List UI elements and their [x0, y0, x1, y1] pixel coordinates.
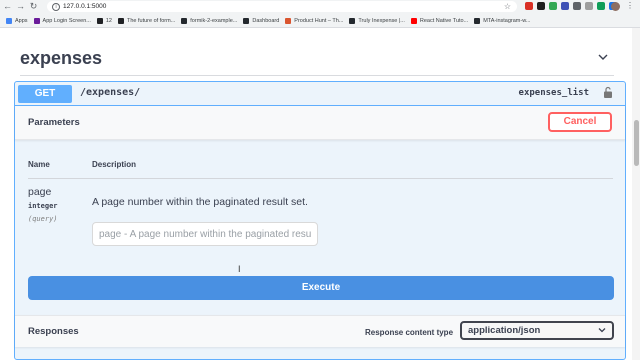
back-icon[interactable]: ←: [2, 1, 13, 12]
extension-icon[interactable]: [561, 2, 569, 10]
bookmark-label: 12: [105, 17, 112, 24]
response-content-type-select[interactable]: application/json: [460, 321, 614, 340]
divider: [28, 178, 613, 179]
address-url: 127.0.0.1:5000: [63, 3, 107, 10]
bookmark-label: MTA-instagram-w...: [483, 17, 531, 24]
bookmark-item[interactable]: formik-2-example...: [181, 17, 238, 24]
bookmark-star-icon[interactable]: ☆: [504, 2, 511, 11]
chevron-down-icon[interactable]: [598, 52, 608, 62]
page-scrollbar[interactable]: [632, 28, 640, 360]
forward-icon[interactable]: →: [15, 1, 26, 12]
bookmarks-bar: Apps App Login Screen... 12 The future of f…: [0, 14, 640, 27]
page-param-input[interactable]: [92, 222, 318, 246]
bookmark-label: React Native Tuto...: [419, 17, 469, 24]
responses-title: Responses: [28, 326, 79, 337]
bookmark-favicon-icon: [6, 17, 12, 24]
bookmark-favicon-icon: [410, 17, 417, 24]
bookmark-item[interactable]: Truly Inexpense |...: [349, 17, 405, 24]
browser-menu-icon[interactable]: ⋮: [626, 1, 634, 10]
parameter-description: A page number within the paginated resul…: [92, 196, 308, 208]
operation-summary[interactable]: GET /expenses/ expenses_list: [15, 82, 625, 106]
bookmark-favicon-icon: [181, 17, 188, 24]
extension-icon[interactable]: [525, 2, 533, 10]
bookmark-label: Apps: [15, 17, 28, 24]
bookmark-item[interactable]: 12: [96, 17, 112, 24]
site-info-icon[interactable]: i: [52, 2, 60, 11]
parameter-type: integer: [28, 202, 58, 210]
lock-icon[interactable]: [603, 86, 613, 99]
bookmark-label: The future of form...: [126, 17, 176, 24]
text-cursor-icon: I: [238, 264, 241, 274]
bookmark-favicon-icon: [96, 17, 103, 24]
bookmark-item[interactable]: MTA-instagram-w...: [474, 17, 531, 24]
reload-icon[interactable]: ↻: [28, 1, 39, 12]
browser-chrome: ← → ↻ i 127.0.0.1:5000 ☆ ⋮ Apps App Login…: [0, 0, 640, 28]
responses-header: Responses Response content type applicat…: [15, 315, 625, 347]
operation-block: GET /expenses/ expenses_list Parameters …: [14, 81, 626, 360]
response-content-type-label: Response content type: [365, 328, 454, 337]
bookmark-label: Dashboard: [252, 17, 280, 24]
bookmark-favicon-icon: [243, 17, 250, 24]
bookmark-favicon-icon: [285, 17, 292, 24]
bookmark-item[interactable]: React Native Tuto...: [410, 17, 469, 24]
operation-path: /expenses/: [80, 87, 141, 98]
bookmark-label: formik-2-example...: [190, 17, 238, 24]
bookmark-label: Product Hunt – Th...: [294, 17, 344, 24]
scrollbar-thumb[interactable]: [634, 120, 639, 166]
chevron-down-icon: [598, 328, 606, 333]
parameter-name: page: [28, 186, 52, 198]
browser-nav-row: ← → ↻ i 127.0.0.1:5000 ☆ ⋮: [0, 0, 640, 13]
bookmark-item[interactable]: Product Hunt – Th...: [285, 17, 344, 24]
bookmark-favicon-icon: [33, 17, 40, 24]
execute-button[interactable]: Execute: [28, 276, 614, 300]
column-header-name: Name: [28, 160, 50, 169]
tag-title: expenses: [20, 48, 103, 68]
bookmark-item[interactable]: Dashboard: [243, 17, 280, 24]
parameters-title: Parameters: [28, 117, 80, 128]
cancel-button[interactable]: Cancel: [548, 112, 612, 132]
bookmark-item[interactable]: Apps: [6, 17, 28, 24]
response-content-type-value: application/json: [468, 325, 541, 336]
bookmark-label: Truly Inexpense |...: [358, 17, 405, 24]
profile-avatar[interactable]: [611, 2, 620, 11]
address-bar[interactable]: i 127.0.0.1:5000 ☆: [47, 1, 517, 12]
bookmark-item[interactable]: App Login Screen...: [33, 17, 91, 24]
parameters-header: Parameters Cancel: [15, 106, 625, 140]
extension-icon[interactable]: [537, 2, 545, 10]
http-method-badge: GET: [18, 85, 72, 103]
parameter-location: (query): [28, 215, 58, 223]
bookmark-item[interactable]: The future of form...: [117, 17, 176, 24]
extension-icon[interactable]: [549, 2, 557, 10]
bookmark-label: App Login Screen...: [42, 17, 91, 24]
extensions: [525, 2, 617, 10]
bookmark-favicon-icon: [474, 17, 481, 24]
column-header-description: Description: [92, 160, 137, 169]
bookmark-favicon-icon: [117, 17, 124, 24]
extension-icon[interactable]: [573, 2, 581, 10]
tag-header[interactable]: expenses: [20, 46, 614, 76]
extension-icon[interactable]: [585, 2, 593, 10]
bookmark-favicon-icon: [349, 17, 356, 24]
operation-id: expenses_list: [518, 88, 589, 98]
extension-icon[interactable]: [597, 2, 605, 10]
